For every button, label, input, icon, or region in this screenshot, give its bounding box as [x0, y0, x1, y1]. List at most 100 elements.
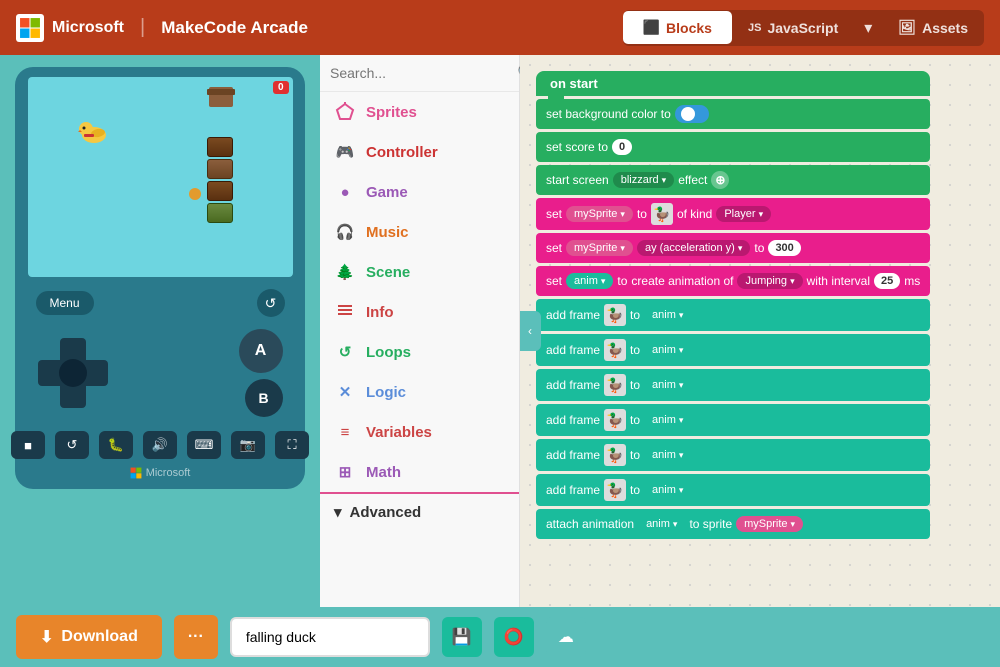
block-set-score[interactable]: set score to 0	[536, 132, 930, 162]
music-icon: 🎧	[334, 221, 356, 243]
collapse-button[interactable]: ‹	[520, 311, 541, 351]
toolbox-item-controller[interactable]: 🎮 Controller	[320, 132, 519, 172]
ay-to: to	[754, 241, 764, 255]
set-anim-set: set	[546, 274, 562, 288]
block-set-anim[interactable]: set anim ▾ to create animation of Jumpin…	[536, 266, 930, 296]
obstacle-top	[207, 87, 235, 109]
sprites-label: Sprites	[366, 104, 417, 121]
block-add-frame-2[interactable]: add frame 🦆 to anim ▾	[536, 334, 930, 366]
set-bg-text: set background color to	[546, 107, 671, 121]
frame-5-icon[interactable]: 🦆	[604, 444, 626, 466]
download-label: Download	[61, 628, 137, 646]
block-screen-effect[interactable]: start screen blizzard ▾ effect ⊕	[536, 165, 930, 195]
anim-field-frame5[interactable]: anim ▾	[644, 447, 691, 463]
anim-field-frame3[interactable]: anim ▾	[644, 377, 691, 393]
add-frame-1-text: add frame	[546, 308, 600, 322]
cloud-button[interactable]: ☁	[546, 617, 586, 657]
toolbox-item-scene[interactable]: 🌲 Scene	[320, 252, 519, 292]
assets-label: Assets	[922, 20, 968, 36]
menu-button[interactable]: Menu	[36, 291, 94, 315]
refresh-button[interactable]: ↺	[257, 289, 285, 317]
fullscreen-button[interactable]: ⛶	[275, 431, 309, 459]
block-set-ay[interactable]: set mySprite ▾ ay (acceleration y) ▾ to …	[536, 233, 930, 263]
block-add-frame-1[interactable]: add frame 🦆 to anim ▾	[536, 299, 930, 331]
game-screen-inner: 0	[28, 77, 293, 277]
frame-3-icon[interactable]: 🦆	[604, 374, 626, 396]
mysprite-field-1[interactable]: mySprite ▾	[566, 206, 633, 222]
ay-value[interactable]: 300	[768, 240, 800, 256]
effect-blizzard[interactable]: blizzard ▾	[613, 172, 675, 188]
workspace: ‹ on start set background color to set s…	[520, 55, 1000, 607]
frame-1-icon[interactable]: 🦆	[604, 304, 626, 326]
screen-text: start screen	[546, 173, 609, 187]
stop-button[interactable]: ■	[11, 431, 45, 459]
download-button[interactable]: ⬇ Download	[16, 615, 162, 659]
sprites-icon	[334, 101, 356, 123]
interval-value[interactable]: 25	[874, 273, 900, 289]
block-add-frame-6[interactable]: add frame 🦆 to anim ▾	[536, 474, 930, 506]
dpad[interactable]	[38, 338, 108, 408]
screenshot-button[interactable]: 📷	[231, 431, 265, 459]
search-input[interactable]	[330, 65, 511, 81]
save-button[interactable]: 💾	[442, 617, 482, 657]
block-attach-animation[interactable]: attach animation anim ▾ to sprite mySpri…	[536, 509, 930, 539]
anim-field-frame1[interactable]: anim ▾	[644, 307, 691, 323]
jumping-field[interactable]: Jumping ▾	[737, 273, 802, 289]
toolbox-item-sprites[interactable]: Sprites	[320, 92, 519, 132]
block-set-background[interactable]: set background color to	[536, 99, 930, 129]
sound-button[interactable]: 🔊	[143, 431, 177, 459]
microsoft-label: Microsoft	[52, 19, 124, 37]
ms-logo-text: Microsoft	[146, 467, 191, 479]
button-b[interactable]: B	[245, 379, 283, 417]
sprite-image-icon[interactable]: 🦆	[651, 203, 673, 225]
score-value[interactable]: 0	[612, 139, 632, 155]
project-name-input[interactable]	[230, 617, 430, 657]
github-button[interactable]: ⭕	[494, 617, 534, 657]
toolbox-item-loops[interactable]: ↺ Loops	[320, 332, 519, 372]
block-add-frame-4[interactable]: add frame 🦆 to anim ▾	[536, 404, 930, 436]
mysprite-field-2[interactable]: mySprite ▾	[566, 240, 633, 256]
tab-assets[interactable]: 🖼 Assets	[882, 11, 984, 44]
collectible	[188, 187, 202, 206]
header-divider: |	[140, 16, 145, 39]
tab-blocks[interactable]: ⬛ Blocks	[623, 11, 732, 44]
advanced-label: Advanced	[350, 504, 422, 521]
effect-add-button[interactable]: ⊕	[711, 171, 729, 189]
toolbox-item-advanced[interactable]: ▾ Advanced	[320, 492, 519, 530]
ay-field[interactable]: ay (acceleration y) ▾	[637, 240, 750, 256]
anim-field-frame4[interactable]: anim ▾	[644, 412, 691, 428]
more-button[interactable]: ···	[174, 615, 218, 659]
block-set-mysprite[interactable]: set mySprite ▾ to 🦆 of kind Player ▾	[536, 198, 930, 230]
frame-4-icon[interactable]: 🦆	[604, 409, 626, 431]
cloud-icon: ☁	[558, 627, 574, 647]
debug-button[interactable]: 🐛	[99, 431, 133, 459]
action-buttons: A B	[239, 329, 283, 417]
tab-javascript[interactable]: JS JavaScript	[732, 12, 854, 44]
toolbox-item-music[interactable]: 🎧 Music	[320, 212, 519, 252]
kind-player-field[interactable]: Player ▾	[716, 206, 771, 222]
logic-icon: ✕	[334, 381, 356, 403]
create-anim-label: create animation of	[631, 274, 733, 288]
frame-6-icon[interactable]: 🦆	[604, 479, 626, 501]
anim-field-frame6[interactable]: anim ▾	[644, 482, 691, 498]
toolbox-item-variables[interactable]: ≡ Variables	[320, 412, 519, 452]
toolbox-item-math[interactable]: ⊞ Math	[320, 452, 519, 492]
frame-2-icon[interactable]: 🦆	[604, 339, 626, 361]
anim-field-frame2[interactable]: anim ▾	[644, 342, 691, 358]
mysprite-field-attach[interactable]: mySprite ▾	[736, 516, 803, 532]
color-toggle[interactable]	[675, 105, 709, 123]
restart-button[interactable]: ↺	[55, 431, 89, 459]
button-a[interactable]: A	[239, 329, 283, 373]
block-add-frame-5[interactable]: add frame 🦆 to anim ▾	[536, 439, 930, 471]
tab-dropdown[interactable]: ▾	[854, 10, 882, 46]
toolbox-item-info[interactable]: Info	[320, 292, 519, 332]
toolbox-item-game[interactable]: ● Game	[320, 172, 519, 212]
keyboard-button[interactable]: ⌨	[187, 431, 221, 459]
advanced-arrow-icon: ▾	[334, 503, 342, 521]
anim-field-attach[interactable]: anim ▾	[638, 516, 685, 532]
toolbox-item-logic[interactable]: ✕ Logic	[320, 372, 519, 412]
anim-field-1[interactable]: anim ▾	[566, 273, 613, 289]
block-add-frame-3[interactable]: add frame 🦆 to anim ▾	[536, 369, 930, 401]
set-label: set	[546, 207, 562, 221]
scene-label: Scene	[366, 264, 410, 281]
